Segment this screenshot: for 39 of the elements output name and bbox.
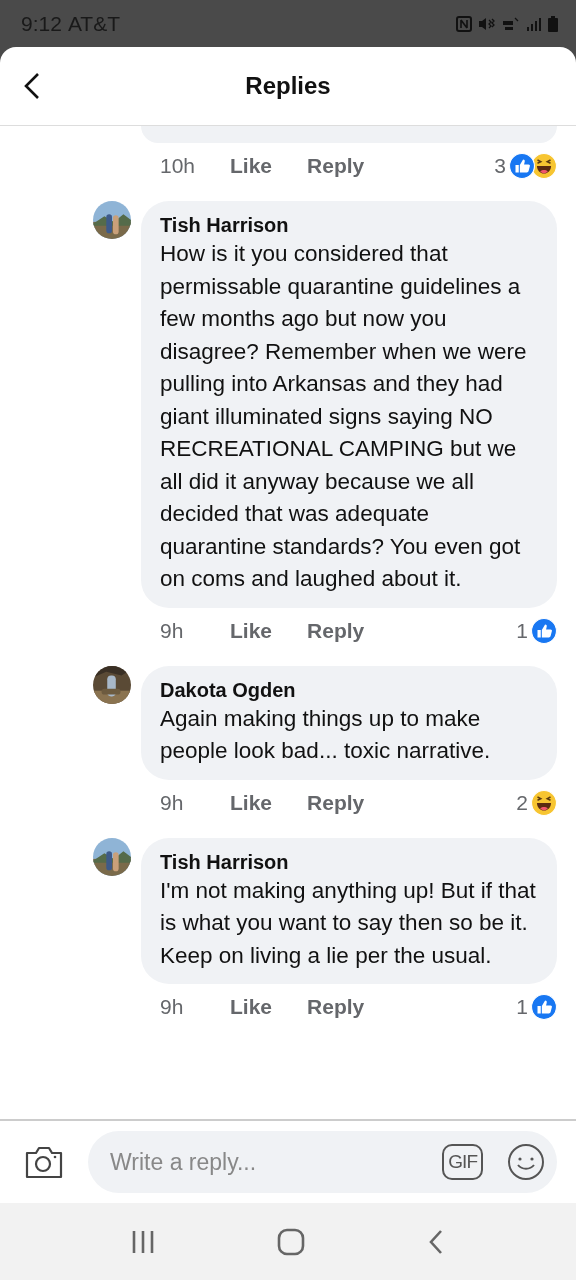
header-title: Replies (245, 72, 331, 100)
nfc-icon (456, 15, 472, 32)
author-name[interactable]: Tish Harrison (160, 212, 538, 238)
comment-text: How is it you considered that permissable quarantine guidelines a few months ago but now you disagree? Remember when we were pulling into Arkansas and they had giant illuminated signs saying NO RECREATIONAL CAMPING but we all did it anyway because we all decided that was adequate quarantine standards? You even got on coms and laughed about it. (160, 240, 528, 593)
author-name[interactable]: Dakota Ogden (160, 676, 538, 703)
comment-time: 9h (160, 995, 185, 1019)
signal-icon (526, 15, 542, 32)
gif-button[interactable]: GIF (442, 1144, 483, 1180)
like-link[interactable]: Like (230, 618, 273, 643)
home-icon[interactable] (277, 1227, 305, 1256)
like-link[interactable]: Like (230, 154, 273, 178)
reply-link[interactable]: Reply (307, 154, 365, 178)
reply-input-field[interactable]: Write a reply... GIF (88, 1131, 557, 1193)
reaction-count: 1 (516, 995, 528, 1019)
like-reaction-icon (531, 994, 557, 1020)
like-reaction-icon (509, 153, 535, 179)
comment-time: 9h (160, 618, 185, 643)
reply-link[interactable]: Reply (307, 995, 365, 1019)
laughing-emoji-icon (531, 153, 557, 179)
network-type-icon (502, 15, 520, 32)
camera-button[interactable] (24, 1144, 64, 1180)
comment-text: Again making things up to make people look bad... toxic narrative. (160, 704, 492, 765)
reply-link[interactable]: Reply (307, 790, 365, 815)
comment-text: I'm not making anything up! But if that is what you want to say then so be it. Keep on living a lie per the usual. (160, 876, 537, 970)
reaction-count: 2 (516, 790, 528, 815)
battery-icon (548, 15, 558, 32)
author-name[interactable]: Tish Harrison (160, 848, 538, 875)
camera-icon (24, 1144, 64, 1180)
emoji-icon[interactable] (507, 1143, 545, 1181)
reply-link[interactable]: Reply (307, 618, 365, 643)
reaction-count: 3 (494, 154, 506, 178)
laughing-emoji-icon (531, 789, 557, 816)
comment-time: 9h (160, 790, 185, 815)
like-link[interactable]: Like (230, 995, 273, 1019)
like-link[interactable]: Like (230, 790, 273, 815)
comment-time: 10h (160, 154, 197, 178)
mute-vibrate-icon (478, 15, 496, 32)
like-reaction-icon (531, 617, 557, 644)
reaction-count: 1 (516, 618, 528, 643)
